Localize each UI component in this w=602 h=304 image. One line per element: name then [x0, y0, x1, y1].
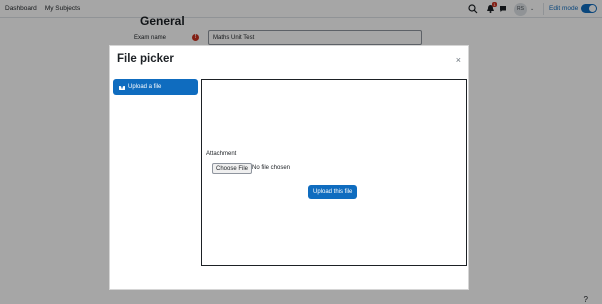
choose-file-button[interactable]: Choose File: [212, 163, 253, 174]
upload-icon: [119, 84, 125, 90]
sidebar-item-label: Upload a file: [128, 84, 162, 90]
upload-this-file-button[interactable]: Upload this file: [308, 185, 358, 199]
dialog-title: File picker: [117, 53, 174, 65]
attachment-label: Attachment: [206, 151, 237, 157]
file-picker-dialog: File picker × Upload a file Attachment C…: [109, 45, 469, 290]
no-file-chosen-text: No file chosen: [252, 165, 291, 171]
sidebar-item-upload-a-file[interactable]: Upload a file: [113, 79, 198, 95]
close-icon[interactable]: ×: [456, 56, 461, 65]
upload-pane: Attachment Choose File No file chosen Up…: [201, 79, 467, 266]
